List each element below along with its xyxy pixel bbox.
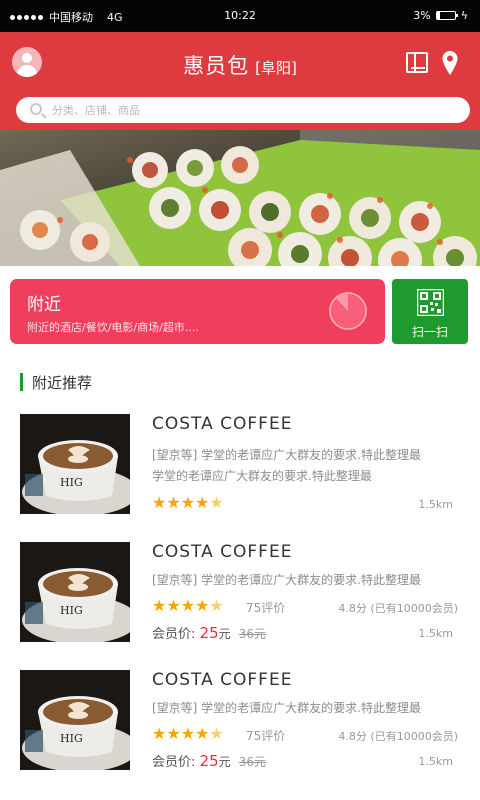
status-bar: 中国移动 4G 10:22 3% ϟ [0, 0, 480, 32]
rating-stars: ★★★★★ [152, 494, 224, 512]
desc-line: 学堂的老谭应广大群友的要求.特此整理最 [152, 469, 372, 483]
score: 4.8分 (已有10000会员) [338, 730, 458, 743]
coffee-thumbnail: HIG [20, 414, 130, 514]
nearby-card[interactable]: 附近 附近的酒店/餐饮/电影/商场/超市.... [10, 279, 385, 344]
distance: 1.5km [418, 755, 453, 768]
price-value: 25 [199, 752, 219, 770]
price-label: 会员价: [152, 627, 196, 642]
shop-description: [望京等] 学堂的老谭应广大群友的要求.特此整理最 学堂的老谭应广大群友的要求.… [152, 445, 467, 487]
list-item[interactable]: HIG COSTA COFFEE [望京等] 学堂的老谭应广大群友的要求.特此整… [0, 414, 480, 522]
star-icons: ★★★★ [152, 724, 210, 743]
distance: 1.5km [418, 627, 453, 640]
desc-line: [望京等] 学堂的老谭应广大群友的要求.特此整理最 [152, 701, 421, 715]
star-icons: ★★★★ [152, 493, 210, 512]
shop-name: COSTA COFFEE [152, 670, 293, 690]
shop-description: [望京等] 学堂的老谭应广大群友的要求.特此整理最 [152, 698, 467, 719]
city-selector[interactable]: [阜阳] [255, 59, 297, 77]
list-item[interactable]: HIG COSTA COFFEE [望京等] 学堂的老谭应广大群友的要求.特此整… [0, 670, 480, 778]
svg-text:HIG: HIG [60, 476, 83, 489]
price-value: 25 [199, 624, 219, 642]
pie-chart-icon [329, 292, 367, 330]
price-label: 会员价: [152, 755, 196, 770]
status-right: 3% ϟ [413, 9, 468, 22]
scan-label: 扫一扫 [411, 325, 448, 339]
star-icons: ★★★★ [152, 596, 210, 615]
desc-line: [望京等] 学堂的老谭应广大群友的要求.特此整理最 [152, 448, 421, 462]
search-bar[interactable] [16, 97, 470, 123]
desc-line: [望京等] 学堂的老谭应广大群友的要求.特此整理最 [152, 573, 421, 587]
section-accent-bar [20, 373, 23, 391]
sushi-banner-image [0, 130, 480, 266]
shop-name: COSTA COFFEE [152, 542, 293, 562]
battery-percent: 3% [413, 9, 431, 22]
book-icon[interactable] [406, 52, 428, 73]
app-header: 惠员包 [阜阳] [0, 32, 480, 130]
original-price: 36元 [238, 627, 267, 641]
member-price: 会员价: 25元 36元 [152, 623, 266, 642]
section-title: 附近推荐 [32, 374, 93, 392]
coffee-thumbnail: HIG [20, 670, 130, 770]
half-star-icon: ★ [209, 724, 224, 743]
location-pin-icon[interactable] [441, 50, 459, 76]
price-unit: 元 [218, 627, 231, 641]
review-count: 75评价 [246, 601, 286, 615]
coffee-thumbnail: HIG [20, 542, 130, 642]
distance: 1.5km [418, 498, 453, 511]
review-count: 75评价 [246, 729, 286, 743]
charging-icon: ϟ [460, 9, 468, 22]
promo-banner[interactable] [0, 130, 480, 266]
rating-stars: ★★★★★ [152, 597, 224, 615]
half-star-icon: ★ [209, 493, 224, 512]
battery-icon [435, 11, 458, 20]
score: 4.8分 (已有10000会员) [338, 602, 458, 615]
original-price: 36元 [238, 755, 267, 769]
app-title: 惠员包 [183, 54, 250, 78]
svg-text:HIG: HIG [60, 604, 83, 617]
list-item[interactable]: HIG COSTA COFFEE [望京等] 学堂的老谭应广大群友的要求.特此整… [0, 542, 480, 650]
half-star-icon: ★ [209, 596, 224, 615]
member-price: 会员价: 25元 36元 [152, 751, 266, 770]
svg-text:HIG: HIG [60, 732, 83, 745]
qr-code-icon [417, 289, 444, 316]
search-input[interactable] [52, 97, 452, 123]
price-unit: 元 [218, 755, 231, 769]
nearby-subtitle: 附近的酒店/餐饮/电影/商场/超市.... [27, 321, 199, 334]
shop-name: COSTA COFFEE [152, 414, 293, 434]
shop-description: [望京等] 学堂的老谭应广大群友的要求.特此整理最 [152, 570, 467, 591]
nearby-title: 附近 [27, 295, 61, 315]
clock: 10:22 [224, 9, 256, 22]
rating-stars: ★★★★★ [152, 725, 224, 743]
scan-button[interactable]: 扫一扫 [392, 279, 468, 344]
search-icon [30, 103, 42, 115]
